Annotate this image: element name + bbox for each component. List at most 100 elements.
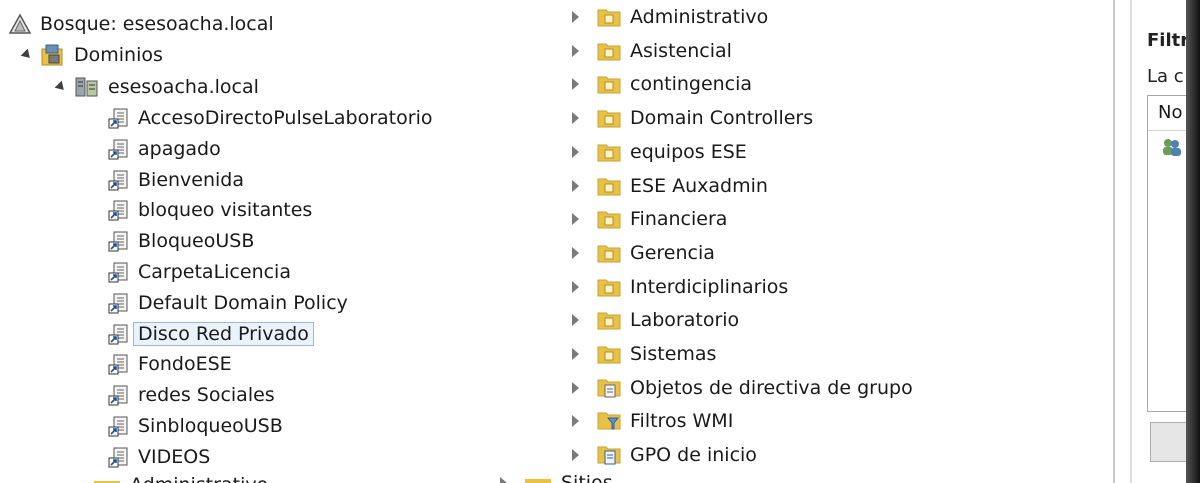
ou-tree-item[interactable]: Laboratorio — [568, 307, 739, 333]
gpo-link-item[interactable]: BloqueoUSB — [108, 228, 254, 254]
ou-folder-icon — [596, 242, 622, 264]
ou-tree-label: Objetos de directiva de grupo — [630, 376, 913, 399]
ou-tree-label: Asistencial — [630, 39, 732, 62]
gpo-link-icon — [108, 169, 130, 191]
gpo-link-label: BloqueoUSB — [138, 230, 255, 253]
gpo-link-item[interactable]: apagado — [108, 136, 221, 162]
ou-tree-item[interactable]: Sistemas — [568, 341, 716, 367]
ou-tree-label: ESE Auxadmin — [630, 174, 768, 197]
gpo-link-label: Default Domain Policy — [138, 291, 348, 314]
gpo-link-label: SinbloqueoUSB — [138, 415, 283, 437]
gpo-link-icon — [108, 292, 130, 314]
ou-tree-item[interactable]: Gerencia — [568, 240, 715, 266]
expand-arrow-icon[interactable] — [568, 179, 582, 192]
collapse-arrow-icon[interactable] — [54, 80, 68, 94]
window-edge — [1186, 0, 1200, 483]
tree-item-forest[interactable]: Bosque: esesoacha.local — [8, 11, 274, 37]
ou-tree-item[interactable]: contingencia — [568, 71, 752, 97]
ou-tree-label: Sistemas — [630, 343, 717, 365]
right-panel-text: La c — [1147, 66, 1184, 87]
ou-folder-icon — [596, 107, 622, 129]
gpo-link-icon — [108, 107, 130, 129]
gpo-container-icon — [596, 376, 622, 400]
gpo-link-icon — [108, 230, 130, 252]
gpo-link-item[interactable]: Default Domain Policy — [108, 290, 348, 316]
ou-tree-item[interactable]: Domain Controllers — [568, 105, 813, 131]
gpo-link-icon — [108, 415, 130, 437]
ou-folder-icon — [596, 141, 622, 163]
expand-arrow-icon[interactable] — [568, 246, 582, 259]
ou-folder-icon — [596, 208, 622, 230]
ou-tree-item[interactable]: Asistencial — [568, 38, 732, 64]
partial-bottom-middle: Sitios — [500, 472, 613, 483]
ou-tree-item[interactable]: equipos ESE — [568, 139, 747, 165]
gpo-link-label: VIDEOS — [138, 445, 211, 468]
ou-tree-label: Gerencia — [630, 241, 715, 264]
ou-tree-item[interactable]: Financiera — [568, 206, 727, 232]
ou-tree-label: GPO de inicio — [630, 444, 757, 467]
ou-tree-label: contingencia — [630, 73, 753, 96]
ou-tree-item[interactable]: Objetos de directiva de grupo — [568, 375, 913, 401]
gpo-link-label: bloqueo visitantes — [138, 199, 313, 222]
expand-arrow-icon[interactable] — [568, 78, 582, 91]
gpo-link-item[interactable]: SinbloqueoUSB — [108, 413, 283, 439]
gpo-link-icon — [108, 261, 130, 283]
ou-tree-label: Domain Controllers — [630, 107, 814, 130]
ou-folder-icon — [596, 175, 622, 197]
domain-label: esesoacha.local — [108, 76, 259, 98]
collapse-arrow-icon[interactable] — [20, 48, 34, 62]
ou-folder-icon — [596, 276, 622, 298]
gpo-link-label: apagado — [138, 137, 221, 160]
gpo-link-label: FondoESE — [138, 353, 232, 376]
expand-arrow-icon[interactable] — [568, 348, 582, 360]
ou-tree-label: Administrativo — [630, 6, 769, 28]
gpo-link-label: CarpetaLicencia — [138, 261, 291, 283]
forest-label: Bosque: esesoacha.local — [40, 13, 274, 35]
gpo-link-icon — [108, 446, 130, 468]
gpo-link-item[interactable]: CarpetaLicencia — [108, 259, 291, 285]
gpo-link-item[interactable]: VIDEOS — [108, 444, 210, 470]
gpo-link-item[interactable]: Disco Red Privado — [108, 321, 314, 347]
partial-bottom-left: Administrativo — [94, 474, 268, 483]
starter-gpo-icon — [596, 443, 622, 467]
ou-tree-label: Filtros WMI — [630, 410, 734, 433]
tree-item-domain[interactable]: esesoacha.local — [54, 74, 259, 100]
domains-icon — [40, 43, 66, 67]
expand-arrow-icon[interactable] — [568, 415, 582, 428]
expand-arrow-icon[interactable] — [568, 449, 582, 462]
tree-item-domains[interactable]: Dominios — [20, 42, 163, 68]
ou-folder-icon — [596, 73, 622, 95]
expand-arrow-icon[interactable] — [568, 381, 582, 394]
ou-tree-item[interactable]: GPO de inicio — [568, 442, 757, 468]
gpo-link-item[interactable]: bloqueo visitantes — [108, 197, 312, 223]
ou-folder-icon — [596, 343, 622, 365]
ou-tree-label: Financiera — [630, 208, 728, 231]
ou-tree-item[interactable]: Filtros WMI — [568, 408, 733, 434]
gpo-link-item[interactable]: Bienvenida — [108, 167, 244, 193]
ou-folder-icon — [596, 309, 622, 331]
expand-arrow-icon[interactable] — [568, 314, 582, 327]
gpo-link-label: redes Sociales — [138, 384, 275, 407]
domains-label: Dominios — [74, 44, 163, 66]
domain-icon — [74, 75, 100, 99]
ou-tree-label: Laboratorio — [630, 309, 740, 332]
expand-arrow-icon[interactable] — [568, 145, 582, 158]
expand-arrow-icon[interactable] — [568, 11, 582, 23]
ou-tree-item[interactable]: ESE Auxadmin — [568, 173, 768, 199]
gpo-link-icon — [108, 323, 130, 345]
gpo-link-item[interactable]: AccesoDirectoPulseLaboratorio — [108, 105, 432, 131]
expand-arrow-icon[interactable] — [568, 44, 582, 57]
gpo-link-label: Disco Red Privado — [133, 321, 314, 346]
ou-tree-item[interactable]: Administrativo — [568, 4, 768, 30]
gpo-link-item[interactable]: redes Sociales — [108, 382, 275, 408]
gpo-link-label: Bienvenida — [138, 168, 245, 191]
right-panel-heading: Filtr — [1147, 30, 1190, 51]
gpo-link-item[interactable]: FondoESE — [108, 351, 232, 377]
expand-arrow-icon[interactable] — [568, 280, 582, 293]
gpo-link-icon — [108, 138, 130, 160]
forest-icon — [8, 13, 32, 35]
ou-tree-item[interactable]: Interdiciplinarios — [568, 274, 788, 300]
expand-arrow-icon[interactable] — [568, 112, 582, 125]
ou-folder-icon — [596, 40, 622, 62]
expand-arrow-icon[interactable] — [568, 213, 582, 226]
